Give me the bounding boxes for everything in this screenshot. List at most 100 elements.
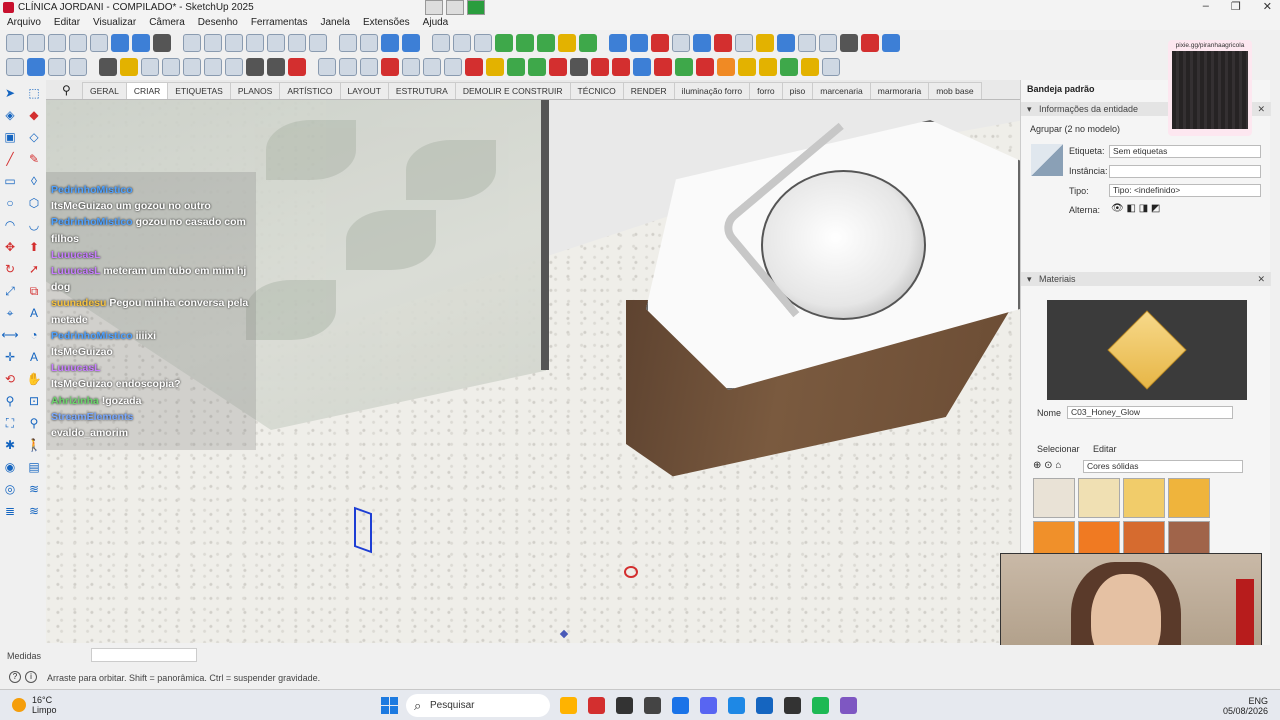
zoom-extents-icon[interactable] xyxy=(402,34,420,52)
cross-box-dark-icon[interactable] xyxy=(570,58,588,76)
tab-estrutura[interactable]: ESTRUTURA xyxy=(387,82,456,99)
wall-icon[interactable] xyxy=(309,34,327,52)
freehand-icon[interactable]: ✎ xyxy=(25,150,43,168)
look-around-icon[interactable]: 🚶 xyxy=(25,436,43,454)
orbit-tool-icon[interactable]: ⟲ xyxy=(1,370,19,388)
measure-icon[interactable] xyxy=(672,34,690,52)
zoom-tool-icon[interactable]: ⚲ xyxy=(1,392,19,410)
close-icon[interactable]: ✕ xyxy=(1257,102,1265,116)
arrow-red-3-icon[interactable] xyxy=(696,58,714,76)
layers-tool-icon[interactable]: ≣ xyxy=(1,502,19,520)
discord-icon[interactable] xyxy=(700,697,717,714)
measures-input[interactable] xyxy=(91,648,197,662)
geo-icon[interactable]: ? xyxy=(9,671,21,683)
cross-box-red-icon[interactable] xyxy=(591,58,609,76)
sandbox-icon[interactable]: ◎ xyxy=(1,480,19,498)
lasso-2-icon[interactable] xyxy=(759,58,777,76)
warehouse-icon[interactable] xyxy=(495,34,513,52)
zoom-extents-tool-icon[interactable]: ⛶ xyxy=(1,414,19,432)
select-arrow-icon[interactable]: ➤ xyxy=(1,84,19,102)
swatch[interactable] xyxy=(1168,478,1210,518)
sketchup-icon[interactable] xyxy=(756,697,773,714)
lightbulb-icon[interactable] xyxy=(120,58,138,76)
store-icon[interactable] xyxy=(728,697,745,714)
notion-icon[interactable] xyxy=(616,697,633,714)
sphere-icon[interactable] xyxy=(423,58,441,76)
file-explorer-icon[interactable] xyxy=(560,697,577,714)
rectangle-icon[interactable]: ▭ xyxy=(1,172,19,190)
wand-icon[interactable] xyxy=(486,58,504,76)
section-tool-icon[interactable]: ▤ xyxy=(25,458,43,476)
red-menu-icon[interactable] xyxy=(465,58,483,76)
window-icon[interactable] xyxy=(246,34,264,52)
zoom-window-icon[interactable]: ⊡ xyxy=(25,392,43,410)
tab-iluminacao-forro[interactable]: iluminação forro xyxy=(673,82,751,99)
swatch[interactable] xyxy=(1078,478,1120,518)
sandbox2-icon[interactable]: ≋ xyxy=(25,480,43,498)
search-icon[interactable]: ⚲ xyxy=(62,83,71,97)
eye-icon[interactable] xyxy=(777,34,795,52)
view-back-icon[interactable] xyxy=(90,34,108,52)
paint-bucket-icon[interactable]: ▣ xyxy=(1,128,19,146)
select-icon[interactable] xyxy=(27,58,45,76)
tab-tecnico[interactable]: TÉCNICO xyxy=(569,82,624,99)
taskbar-search[interactable]: Pesquisar xyxy=(406,694,550,717)
tab-piso[interactable]: piso xyxy=(781,82,814,99)
position-camera-icon[interactable]: ✱ xyxy=(1,436,19,454)
view-iso-icon[interactable] xyxy=(6,34,24,52)
library-dropdown[interactable]: Cores sólidas xyxy=(1083,460,1243,473)
stack-icon[interactable] xyxy=(444,58,462,76)
visibility-toggles[interactable]: 👁 ◧ ◨ ◩ xyxy=(1111,203,1160,214)
cart-icon[interactable] xyxy=(246,58,264,76)
frame-icon[interactable] xyxy=(861,34,879,52)
door-icon[interactable] xyxy=(267,34,285,52)
tree-icon[interactable] xyxy=(528,58,546,76)
arrow-red-icon[interactable] xyxy=(612,58,630,76)
menu-visualizar[interactable]: Visualizar xyxy=(86,17,142,28)
menu-arquivo[interactable]: Arquivo xyxy=(0,17,47,28)
lasso-icon[interactable] xyxy=(738,58,756,76)
move-icon[interactable]: ✥ xyxy=(1,238,19,256)
tab-geral[interactable]: GERAL xyxy=(82,82,127,99)
polygon-icon[interactable]: ⬡ xyxy=(25,194,43,212)
layers2-tool-icon[interactable]: ≋ xyxy=(25,502,43,520)
push-pull-icon[interactable]: ⬆ xyxy=(25,238,43,256)
section-plane-icon[interactable] xyxy=(183,34,201,52)
tab-etiquetas[interactable]: ETIQUETAS xyxy=(167,82,231,99)
outline-icon[interactable] xyxy=(798,34,816,52)
menu-extensoes[interactable]: Extensões xyxy=(356,17,416,28)
lasso-3-icon[interactable] xyxy=(801,58,819,76)
tab-forro[interactable]: forro xyxy=(749,82,783,99)
xray-icon[interactable] xyxy=(819,34,837,52)
tab-criar[interactable]: CRIAR xyxy=(125,82,169,99)
copy-icon[interactable] xyxy=(318,58,336,76)
tag-icon[interactable]: ◇ xyxy=(25,128,43,146)
cloud-upload-icon[interactable] xyxy=(162,58,180,76)
tab-selecionar[interactable]: Selecionar xyxy=(1037,444,1080,454)
info-icon[interactable]: i xyxy=(25,671,37,683)
eraser-icon[interactable] xyxy=(69,58,87,76)
vray-icon[interactable] xyxy=(288,58,306,76)
shield-icon[interactable] xyxy=(537,34,555,52)
language-indicator[interactable]: ENG xyxy=(1248,696,1268,706)
cross-box-icon[interactable] xyxy=(549,58,567,76)
walk-icon[interactable]: ⚲ xyxy=(25,414,43,432)
explode-icon[interactable] xyxy=(381,58,399,76)
text-icon[interactable]: A xyxy=(25,304,43,322)
grid-icon[interactable] xyxy=(474,34,492,52)
menu-editar[interactable]: Editar xyxy=(47,17,86,28)
style-mono-icon[interactable] xyxy=(153,34,171,52)
tab-marcenaria[interactable]: marcenaria xyxy=(812,82,871,99)
view-front-icon[interactable] xyxy=(48,34,66,52)
tab-layout[interactable]: LAYOUT xyxy=(339,82,389,99)
undo-icon[interactable] xyxy=(735,34,753,52)
texture-icon[interactable] xyxy=(141,58,159,76)
pan-icon[interactable] xyxy=(360,34,378,52)
tab-editar[interactable]: Editar xyxy=(1093,444,1117,454)
tab-mob-base[interactable]: mob base xyxy=(928,82,982,99)
follow-me-icon[interactable]: ➚ xyxy=(25,260,43,278)
gear-icon[interactable] xyxy=(579,34,597,52)
paint-icon[interactable] xyxy=(558,34,576,52)
align-icon[interactable] xyxy=(693,34,711,52)
move-down-icon[interactable] xyxy=(651,34,669,52)
